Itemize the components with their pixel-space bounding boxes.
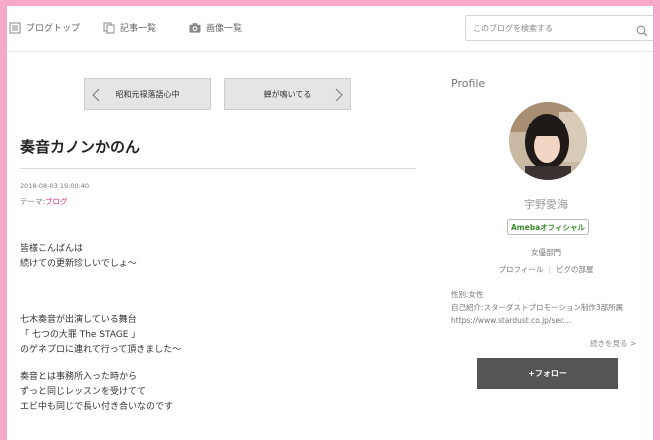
paragraph-1: 皆様こんばんは 続けての更新珍しいでしょ〜 [20,242,137,272]
chevron-right-icon [335,88,343,102]
text-line: 続けての更新珍しいでしょ〜 [20,259,137,269]
text-line: エビ中も同じで長い付き合いなのです [20,402,174,412]
text-line: のゲネプロに連れて行って頂きました〜 [20,345,182,355]
list-icon [9,22,21,34]
title-divider [20,168,416,169]
article-title: 奏音カノンかのん [20,138,141,156]
pigg-room-link[interactable]: ピグの部屋 [556,265,594,274]
paragraph-3: 奏音とは事務所入った時から ずっと同じレッスンを受けてて エビ中も同じで長い付き… [20,370,173,415]
nav-blog-top[interactable]: ブログトップ [9,21,80,34]
nav-images[interactable]: 画像一覧 [189,21,242,34]
profile-link[interactable]: プロフィール [499,265,544,274]
next-article-button[interactable]: 蝉が鳴いてる [224,78,351,110]
chevron-left-icon [92,88,100,102]
text-line: 「 七つの大罪 The STAGE 」 [20,330,141,340]
article-theme: テーマ:ブログ [20,196,68,207]
blog-frame: ブログトップ 記事一覧 画像一覧 昭和元禄落語心中 蝉が鳴いてる 奏 [7,6,653,440]
prev-article-label: 昭和元禄落語心中 [115,89,180,99]
text-line: 七木奏音が出演している舞台 [20,315,137,325]
follow-button[interactable]: +フォロー [477,358,618,389]
next-article-label: 蝉が鳴いてる [263,89,312,99]
search-icon[interactable] [636,22,648,37]
article-date: 2018-08-03 19:00:40 [20,182,90,190]
copy-icon [103,22,115,34]
profile-heading: Profile [451,77,486,90]
read-more-link[interactable]: 続きを見る > [590,338,636,349]
text-line: ずっと同じレッスンを受けてて [20,387,147,397]
nav-images-label: 画像一覧 [206,24,243,34]
profile-url[interactable]: https://www.stardust.co.jp/sec... [451,316,571,325]
theme-link[interactable]: ブログ [45,197,68,206]
profile-gender: 性別:女性 [451,290,484,299]
camera-icon [189,22,201,34]
top-nav: ブログトップ 記事一覧 画像一覧 [7,6,653,52]
nav-articles[interactable]: 記事一覧 [103,21,156,34]
blog-search-box [465,15,653,41]
text-line: 奏音とは事務所入った時から [20,372,138,382]
profile-intro: 自己紹介:スターダストプロモーション制作3部所属 [451,303,624,312]
profile-links: プロフィール | ピグの部屋 [451,264,641,275]
text-line: 皆様こんばんは [20,244,84,254]
theme-prefix: テーマ: [20,197,46,206]
paragraph-2: 七木奏音が出演している舞台 「 七つの大罪 The STAGE 」 のゲネプロに… [20,313,181,358]
nav-blog-top-label: ブログトップ [26,24,81,34]
official-badge: Amebaオフィシャル [507,219,589,235]
prev-article-button[interactable]: 昭和元禄落語心中 [84,78,211,110]
profile-name: 宇野愛海 [524,198,568,211]
blog-search-input[interactable] [466,16,626,41]
avatar[interactable] [509,102,587,180]
link-separator: | [548,265,551,274]
nav-articles-label: 記事一覧 [120,24,157,34]
profile-category: 女優部門 [531,248,561,257]
